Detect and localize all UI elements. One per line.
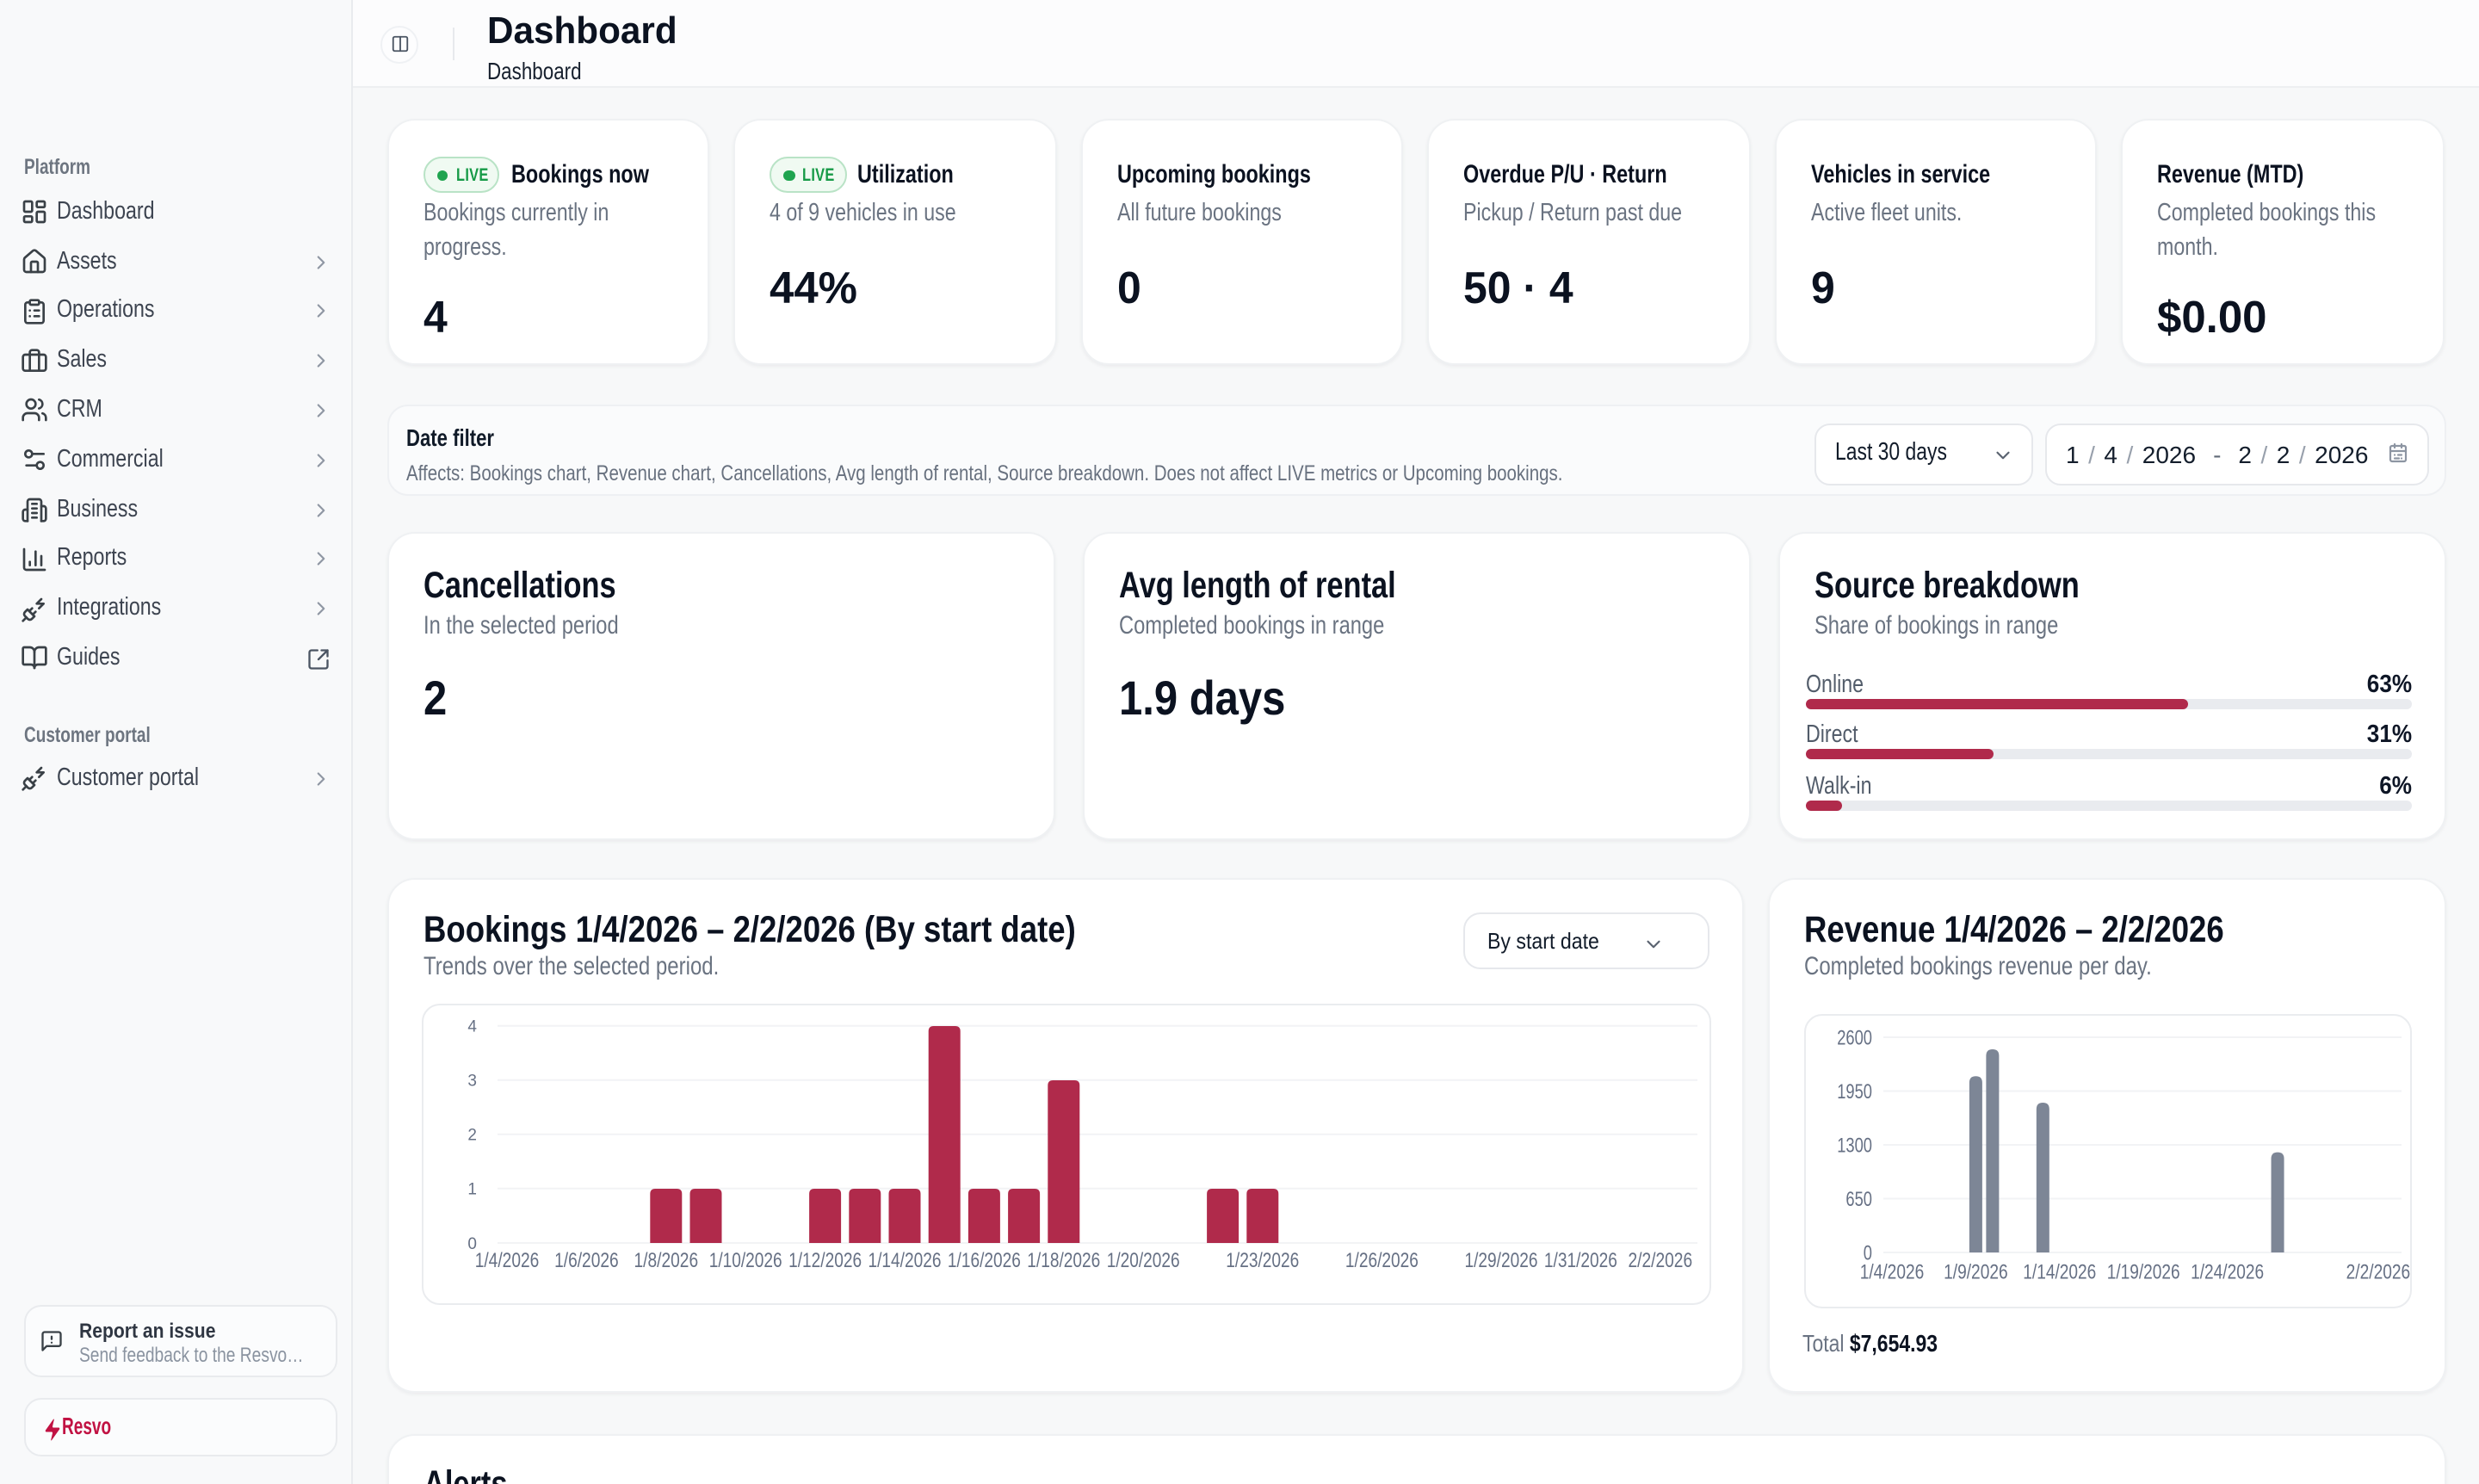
svg-text:1/9/2026: 1/9/2026 xyxy=(1943,1261,2007,1284)
svg-text:1/29/2026: 1/29/2026 xyxy=(1464,1249,1537,1272)
svg-text:1: 1 xyxy=(467,1181,476,1199)
svg-text:1/6/2026: 1/6/2026 xyxy=(553,1249,618,1272)
svg-text:1/26/2026: 1/26/2026 xyxy=(1345,1249,1418,1272)
svg-text:1/14/2026: 1/14/2026 xyxy=(2022,1261,2095,1284)
svg-text:4: 4 xyxy=(467,1018,476,1036)
svg-text:1/14/2026: 1/14/2026 xyxy=(868,1249,941,1272)
svg-text:2: 2 xyxy=(467,1127,476,1145)
svg-text:1/24/2026: 1/24/2026 xyxy=(2190,1261,2263,1284)
svg-text:1/12/2026: 1/12/2026 xyxy=(788,1249,861,1272)
svg-text:2/2/2026: 2/2/2026 xyxy=(1628,1249,1692,1272)
svg-text:1/18/2026: 1/18/2026 xyxy=(1026,1249,1099,1272)
svg-text:1/10/2026: 1/10/2026 xyxy=(708,1249,782,1272)
svg-text:1/19/2026: 1/19/2026 xyxy=(2106,1261,2179,1284)
svg-text:1/8/2026: 1/8/2026 xyxy=(634,1249,698,1272)
svg-text:2/2/2026: 2/2/2026 xyxy=(2346,1261,2410,1284)
svg-text:3: 3 xyxy=(467,1073,476,1091)
svg-text:1/23/2026: 1/23/2026 xyxy=(1225,1249,1298,1272)
svg-text:1/20/2026: 1/20/2026 xyxy=(1106,1249,1179,1272)
svg-text:1300: 1300 xyxy=(1836,1134,1871,1157)
svg-text:1950: 1950 xyxy=(1836,1080,1871,1104)
svg-text:1/4/2026: 1/4/2026 xyxy=(1859,1261,1924,1284)
svg-text:1/31/2026: 1/31/2026 xyxy=(1543,1249,1617,1272)
svg-text:1/16/2026: 1/16/2026 xyxy=(947,1249,1020,1272)
svg-text:2600: 2600 xyxy=(1836,1026,1871,1049)
svg-text:650: 650 xyxy=(1845,1188,1871,1211)
svg-text:1/4/2026: 1/4/2026 xyxy=(474,1249,539,1272)
